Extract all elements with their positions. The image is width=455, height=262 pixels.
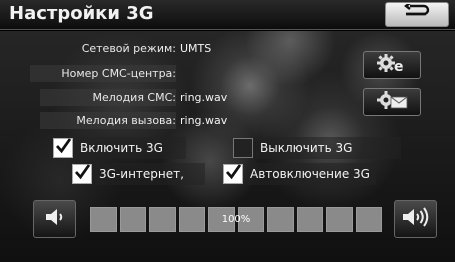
internet-3g-label[interactable]: 3G-интернет, bbox=[95, 163, 205, 185]
volume-down-button[interactable] bbox=[33, 200, 76, 238]
disable-3g-label[interactable]: Выключить 3G bbox=[256, 137, 401, 159]
checkmark-icon bbox=[73, 163, 91, 185]
call-ringtone-value[interactable]: ring.wav bbox=[180, 114, 227, 127]
volume-up-button[interactable] bbox=[394, 200, 437, 238]
gear-e-icon: e bbox=[374, 52, 410, 78]
gear-envelope-icon bbox=[374, 89, 410, 115]
internet-3g-checkbox[interactable] bbox=[72, 164, 92, 184]
sms-center-label: Номер СМС-центра: bbox=[61, 67, 176, 80]
network-mode-label: Сетевой режим: bbox=[81, 42, 176, 55]
sms-ringtone-value[interactable]: ring.wav bbox=[180, 91, 227, 104]
checkmark-icon bbox=[54, 137, 72, 159]
network-mode-value: UMTS bbox=[180, 42, 212, 55]
svg-text:e: e bbox=[394, 59, 404, 74]
call-ringtone-label: Мелодия вызова: bbox=[76, 114, 176, 127]
settings-3g-screen: Настройки 3G Сетевой режим: UMTS Номер С… bbox=[0, 0, 455, 262]
header-bar: Настройки 3G bbox=[0, 0, 455, 30]
speaker-high-icon bbox=[401, 205, 431, 233]
page-title: Настройки 3G bbox=[9, 3, 154, 24]
network-settings-button[interactable]: e bbox=[363, 51, 421, 79]
speaker-low-icon bbox=[43, 206, 67, 232]
enable-3g-checkbox[interactable] bbox=[53, 138, 73, 158]
volume-level-label: 100% bbox=[221, 214, 251, 225]
content-panel: Сетевой режим: UMTS Номер СМС-центра: Ме… bbox=[0, 31, 455, 262]
auto-enable-checkbox[interactable] bbox=[223, 164, 243, 184]
checkmark-icon bbox=[224, 163, 242, 185]
sms-ringtone-label: Мелодия СМС: bbox=[92, 91, 176, 104]
disable-3g-checkbox[interactable] bbox=[233, 138, 253, 158]
sms-settings-button[interactable] bbox=[363, 88, 421, 116]
return-arrow-icon bbox=[402, 1, 432, 26]
auto-enable-label[interactable]: Автовключение 3G bbox=[246, 163, 376, 185]
enable-3g-label[interactable]: Включить 3G bbox=[76, 137, 186, 159]
back-button[interactable] bbox=[385, 1, 449, 27]
